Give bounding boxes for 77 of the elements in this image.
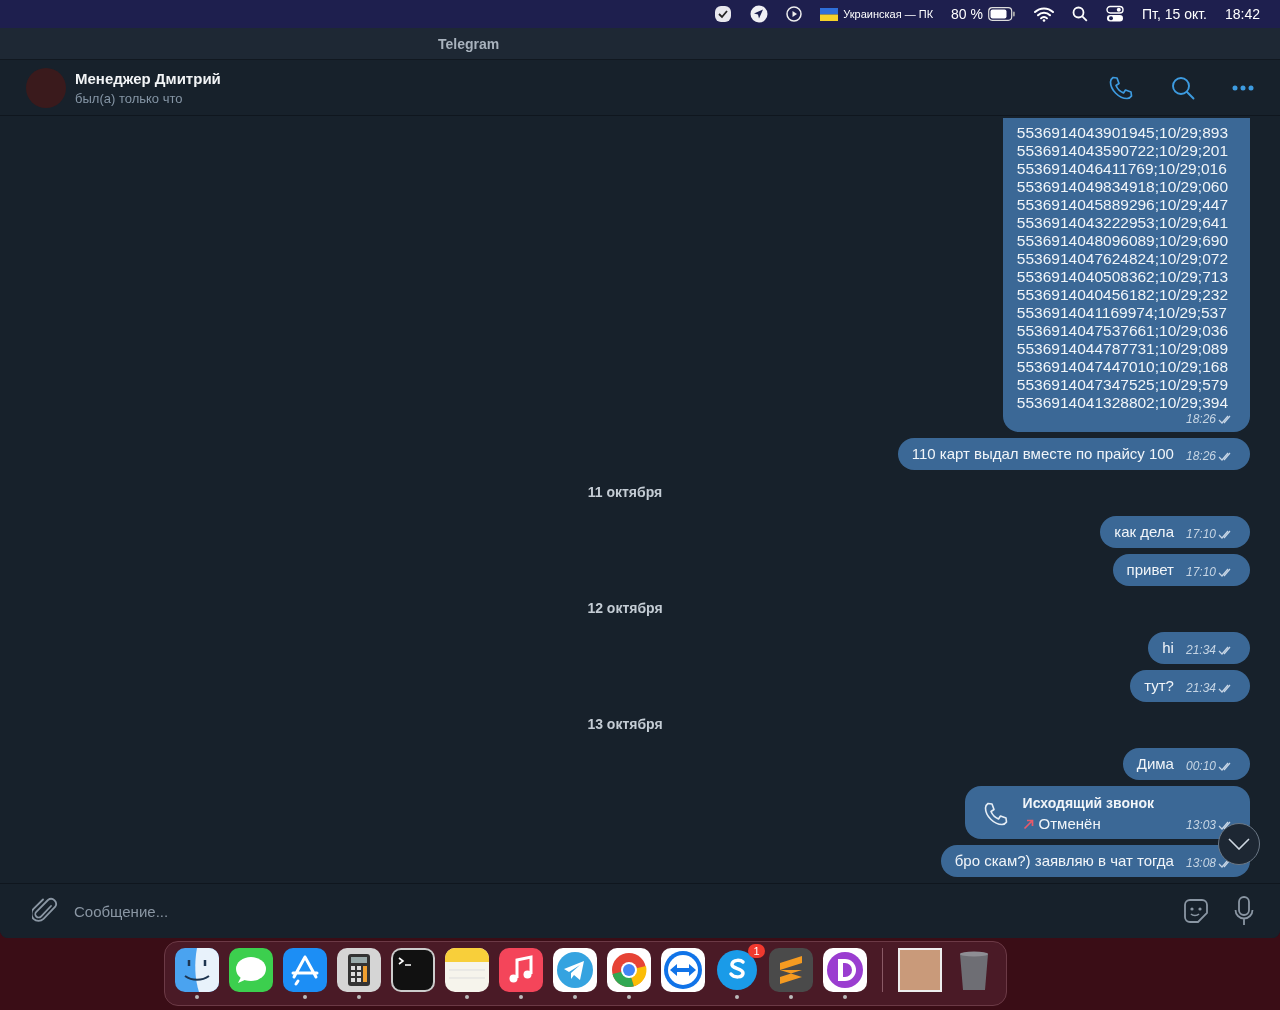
message-time: 21:34 <box>1185 681 1216 695</box>
notification-badge: 1 <box>748 944 765 958</box>
message-input[interactable]: Сообщение... <box>72 901 1158 921</box>
card-line: 5536914045889296;10/29;447 <box>1016 196 1228 214</box>
more-icon <box>1232 84 1254 91</box>
call-title: Исходящий звонок <box>1022 795 1154 811</box>
message-text: бро скам?) заявляю в чат тогда <box>954 852 1174 870</box>
card-line: 5536914047447010;10/29;168 <box>1016 358 1228 376</box>
card-line: 5536914044787731;10/29;089 <box>1016 340 1228 358</box>
card-line: 5536914043590722;10/29;201 <box>1016 142 1228 160</box>
message-time: 18:26 <box>1185 449 1216 463</box>
sticker-icon[interactable] <box>1182 897 1210 925</box>
card-line: 5536914047624824;10/29;072 <box>1016 250 1228 268</box>
message-time: 13:08 <box>1185 856 1216 870</box>
call-message[interactable]: Исходящий звонок Отменён 13:03 <box>964 786 1250 839</box>
card-line: 5536914040508362;10/29;713 <box>1016 268 1228 286</box>
message-time: 18:26 <box>1185 412 1216 426</box>
wifi-icon[interactable] <box>1033 6 1054 22</box>
search-icon <box>1171 75 1195 100</box>
search-icon[interactable] <box>1071 6 1088 22</box>
phone-icon <box>1108 74 1134 101</box>
message-text: hi <box>1162 639 1174 657</box>
card-line: 5536914048096089;10/29;690 <box>1016 232 1228 250</box>
toggles-icon[interactable] <box>1105 5 1124 23</box>
last-seen-status: был(а) только что <box>75 90 184 106</box>
date-separator: 12 октября <box>587 600 663 616</box>
app-store-icon[interactable] <box>282 948 327 992</box>
input-source-label[interactable]: Украинская — ПК <box>843 8 934 20</box>
date-separator: 11 октября <box>587 484 663 500</box>
message-text: привет <box>1126 561 1174 579</box>
flag-icon <box>820 7 839 21</box>
message-time: 17:10 <box>1185 527 1216 541</box>
card-line: 5536914041169974;10/29;537 <box>1016 304 1228 322</box>
play-icon[interactable] <box>786 6 803 22</box>
terminal-icon[interactable] <box>390 948 435 992</box>
card-line: 5536914047347525;10/29;579 <box>1016 376 1228 394</box>
paper-plane-icon[interactable] <box>552 948 597 992</box>
window-title: Telegram <box>438 35 500 52</box>
finder-icon[interactable] <box>174 948 219 992</box>
battery-icon[interactable] <box>987 7 1016 21</box>
music-note-icon[interactable] <box>498 948 543 992</box>
card-line: 5536914049834918;10/29;060 <box>1016 178 1228 196</box>
menu-bar-clock[interactable]: 18:42 <box>1224 6 1260 22</box>
speech-bubble-icon[interactable] <box>228 948 273 992</box>
microphone-icon[interactable] <box>1234 896 1254 926</box>
contact-name: Менеджер Дмитрий <box>75 69 222 87</box>
card-line: 5536914043222953;10/29;641 <box>1016 214 1228 232</box>
card-line: 5536914041328802;10/29;394 <box>1016 394 1228 412</box>
battery-percentage: 80 % <box>951 6 983 22</box>
chrome-icon[interactable] <box>606 948 651 992</box>
card-line: 5536914040456182;10/29;232 <box>1016 286 1228 304</box>
chevron-down-icon <box>1228 838 1250 850</box>
message-text: Дима <box>1136 755 1174 773</box>
checkmark-icon[interactable] <box>714 5 733 23</box>
message-time: 17:10 <box>1185 565 1216 579</box>
letter-d-icon[interactable] <box>822 948 867 992</box>
card-line: 5536914047537661;10/29;036 <box>1016 322 1228 340</box>
card-line: 5536914043901945;10/29;893 <box>1016 124 1228 142</box>
outgoing-arrow-icon <box>1022 817 1035 830</box>
date-separator: 13 октября <box>587 716 663 732</box>
message-text: как дела <box>1114 523 1174 541</box>
message-text: тут? <box>1144 677 1174 695</box>
card-line: 5536914046411769;10/29;016 <box>1016 160 1228 178</box>
calculator-icon[interactable] <box>336 948 381 992</box>
call-status: Отменён <box>1038 815 1101 832</box>
photo-placeholder[interactable] <box>897 948 942 992</box>
sublime-icon[interactable] <box>768 948 813 992</box>
message-time: 13:03 <box>1185 818 1216 832</box>
message-text: 110 карт выдал вместе по прайсу 100 <box>911 445 1174 463</box>
paperclip-icon[interactable] <box>32 897 58 925</box>
message-time: 00:10 <box>1185 759 1216 773</box>
phone-icon <box>982 800 1009 827</box>
notes-icon[interactable] <box>444 948 489 992</box>
double-arrow-icon[interactable] <box>660 948 705 992</box>
skype-icon[interactable] <box>714 948 759 992</box>
menu-bar-clock[interactable]: Пт, 15 окт. <box>1141 6 1207 22</box>
message-time: 21:34 <box>1185 643 1216 657</box>
